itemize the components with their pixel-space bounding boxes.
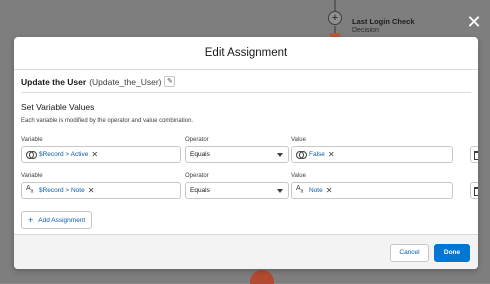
variable-label: Variable bbox=[21, 173, 43, 179]
element-title: Update the User (Update_the_User) ✎ bbox=[21, 76, 176, 87]
chevron-down-icon bbox=[277, 153, 283, 157]
modal-body: Update the User (Update_the_User) ✎ Set … bbox=[14, 70, 478, 233]
variable-pill-text: $Record > Active bbox=[39, 151, 89, 158]
trash-icon bbox=[473, 187, 478, 196]
variable-field[interactable]: Aa $Record > Note ✕ bbox=[21, 182, 181, 199]
toggle-boolean-icon bbox=[296, 151, 307, 159]
variable-pill: $Record > Active ✕ bbox=[26, 150, 98, 159]
add-assignment-label: Add Assignment bbox=[38, 216, 86, 224]
value-label: Value bbox=[291, 173, 306, 179]
modal-footer: Cancel Done bbox=[14, 234, 478, 269]
delete-row-button[interactable] bbox=[470, 182, 478, 199]
variable-field[interactable]: $Record > Active ✕ bbox=[21, 146, 181, 163]
chevron-down-icon bbox=[277, 189, 283, 193]
divider bbox=[21, 92, 471, 93]
remove-pill-icon[interactable]: ✕ bbox=[328, 150, 335, 159]
variable-pill: Aa $Record > Note ✕ bbox=[26, 185, 94, 195]
flow-node-title: Last Login Check bbox=[352, 17, 415, 26]
remove-pill-icon[interactable]: ✕ bbox=[88, 186, 95, 195]
value-field[interactable]: False ✕ bbox=[291, 146, 453, 163]
operator-label: Operator bbox=[185, 173, 209, 179]
operator-select[interactable]: Equals bbox=[185, 182, 289, 199]
value-pill: Aa Note ✕ bbox=[296, 185, 332, 195]
cancel-button[interactable]: Cancel bbox=[390, 244, 429, 262]
value-pill: False ✕ bbox=[296, 150, 335, 159]
close-icon[interactable]: ✕ bbox=[466, 13, 482, 31]
plus-icon: + bbox=[28, 215, 34, 225]
remove-pill-icon[interactable]: ✕ bbox=[91, 150, 98, 159]
add-assignment-button[interactable]: + Add Assignment bbox=[21, 211, 93, 229]
flow-node-type: Decision bbox=[352, 27, 379, 34]
element-label: Update the User bbox=[21, 76, 87, 87]
done-button[interactable]: Done bbox=[434, 244, 470, 262]
trash-icon bbox=[473, 151, 478, 160]
operator-value: Equals bbox=[190, 151, 210, 158]
edit-assignment-modal: Edit Assignment Update the User (Update_… bbox=[14, 37, 478, 269]
value-label: Value bbox=[291, 137, 306, 143]
operator-label: Operator bbox=[185, 137, 209, 143]
add-element-plus-icon[interactable]: + bbox=[328, 11, 342, 25]
modal-title: Edit Assignment bbox=[14, 37, 478, 70]
toggle-boolean-icon bbox=[26, 151, 37, 159]
delete-row-button[interactable] bbox=[470, 146, 478, 163]
value-field[interactable]: Aa Note ✕ bbox=[291, 182, 453, 199]
edit-pencil-icon[interactable]: ✎ bbox=[164, 76, 176, 87]
section-description: Each variable is modified by the operato… bbox=[21, 118, 194, 124]
operator-select[interactable]: Equals bbox=[185, 146, 289, 163]
variable-label: Variable bbox=[21, 137, 43, 143]
variable-pill-text: $Record > Note bbox=[39, 186, 85, 194]
operator-value: Equals bbox=[190, 187, 210, 194]
element-api-name: (Update_the_User) bbox=[89, 76, 162, 87]
value-pill-text: False bbox=[309, 151, 325, 158]
text-type-icon: Aa bbox=[296, 185, 304, 195]
remove-pill-icon[interactable]: ✕ bbox=[326, 186, 333, 195]
section-title: Set Variable Values bbox=[21, 102, 95, 112]
value-pill-text: Note bbox=[309, 186, 323, 194]
text-type-icon: Aa bbox=[26, 185, 34, 195]
